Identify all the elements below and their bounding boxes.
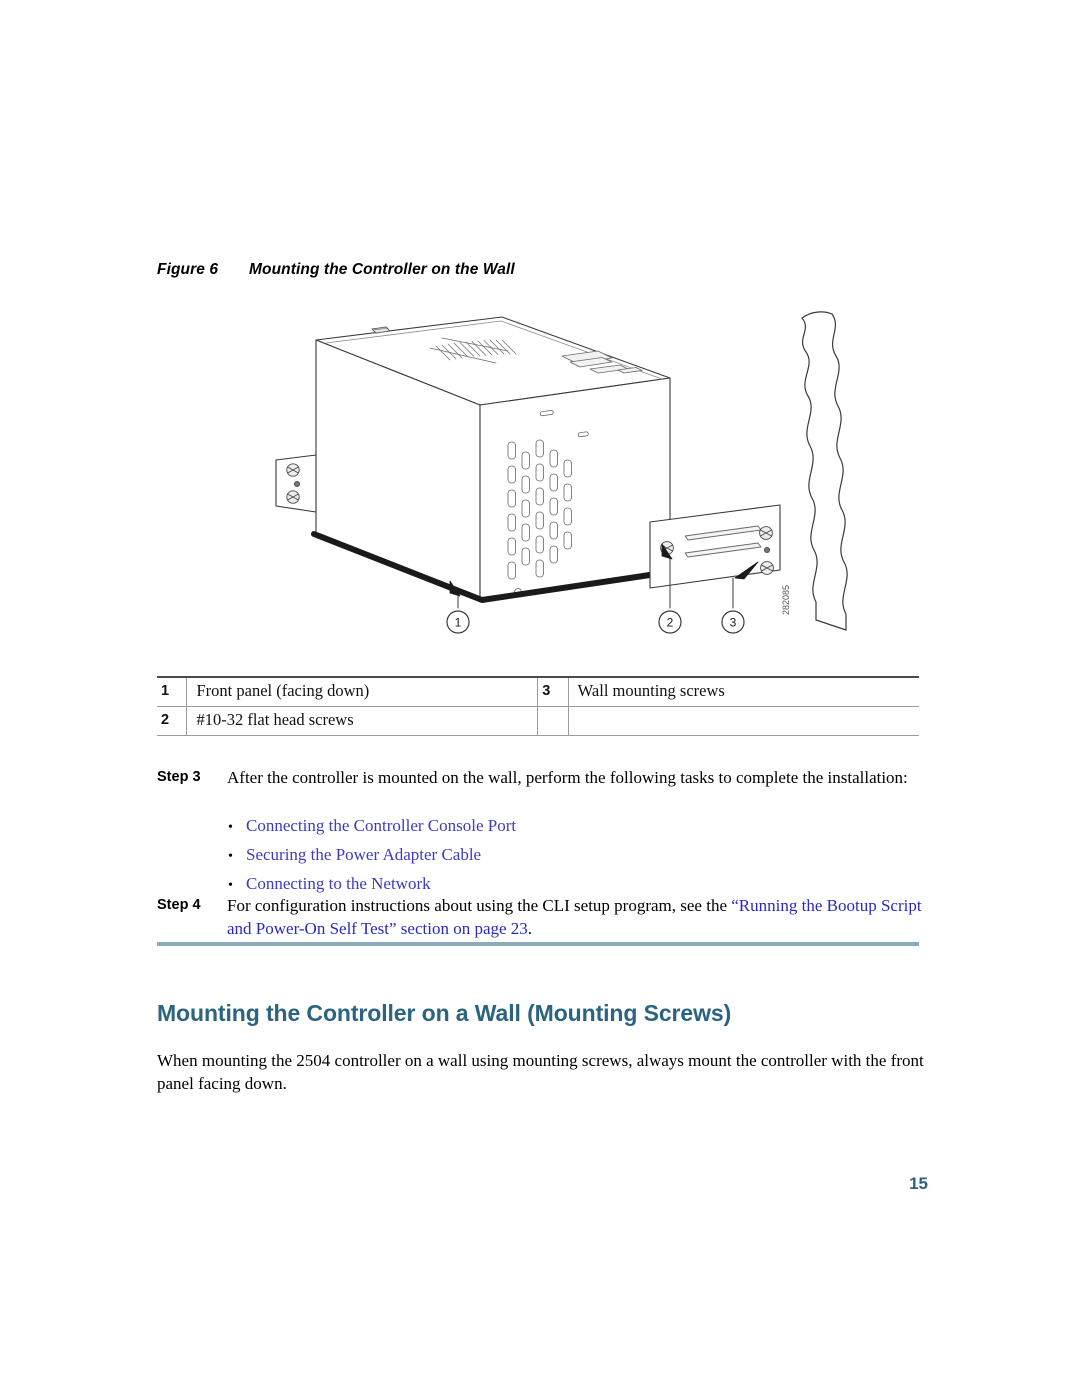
figure-art-id: 282085 [781,585,791,615]
section-heading: Mounting the Controller on a Wall (Mount… [157,1000,732,1027]
step-4-block: Step 4 For configuration instructions ab… [157,894,927,940]
figure-caption: Figure 6 Mounting the Controller on the W… [157,261,917,279]
list-item[interactable]: • Connecting the Controller Console Port [228,812,928,841]
figure-legend-table: 1 Front panel (facing down) 3 Wall mount… [157,676,919,736]
section-divider [157,942,919,946]
legend-number-1: 1 [157,676,188,707]
figure-title: Mounting the Controller on the Wall [249,261,515,278]
step-3-text: After the controller is mounted on the w… [227,768,908,787]
legend-text-empty [568,706,919,736]
legend-text-2: #10-32 flat head screws [186,706,539,736]
figure-callout-1: 1 [455,616,462,630]
table-row: 1 Front panel (facing down) 3 Wall mount… [157,676,919,707]
figure-callout-2: 2 [667,616,674,630]
page-number: 15 [909,1174,928,1193]
figure-illustration: 1 2 3 282085 [150,300,940,650]
step-3-block: Step 3 After the controller is mounted o… [157,766,927,789]
document-page: Figure 6 Mounting the Controller on the W… [0,0,1080,1397]
link-securing-power-adapter-cable[interactable]: Securing the Power Adapter Cable [246,845,481,864]
figure-label: Figure 6 [157,261,219,278]
section-paragraph: When mounting the 2504 controller on a w… [157,1051,924,1093]
link-connecting-to-network[interactable]: Connecting to the Network [246,874,431,893]
legend-text-3: Wall mounting screws [568,676,919,707]
legend-number-3: 3 [537,676,569,707]
bullet-icon: • [228,849,233,864]
step-4-label: Step 4 [157,897,201,913]
step-3-bullet-list: • Connecting the Controller Console Port … [228,812,928,899]
figure-callout-3: 3 [730,616,737,630]
step-4-text-after: . [527,919,533,938]
legend-number-empty [537,706,569,736]
legend-number-2: 2 [157,706,188,736]
legend-text-1: Front panel (facing down) [186,676,539,707]
step-4-text: For configuration instructions about usi… [227,894,927,940]
table-row: 2 #10-32 flat head screws [157,706,919,736]
step-4-text-before: For configuration instructions about usi… [227,896,732,915]
step-3-label: Step 3 [157,769,201,785]
list-item[interactable]: • Securing the Power Adapter Cable [228,841,928,870]
bullet-icon: • [228,820,233,835]
link-connecting-console-port[interactable]: Connecting the Controller Console Port [246,816,516,835]
